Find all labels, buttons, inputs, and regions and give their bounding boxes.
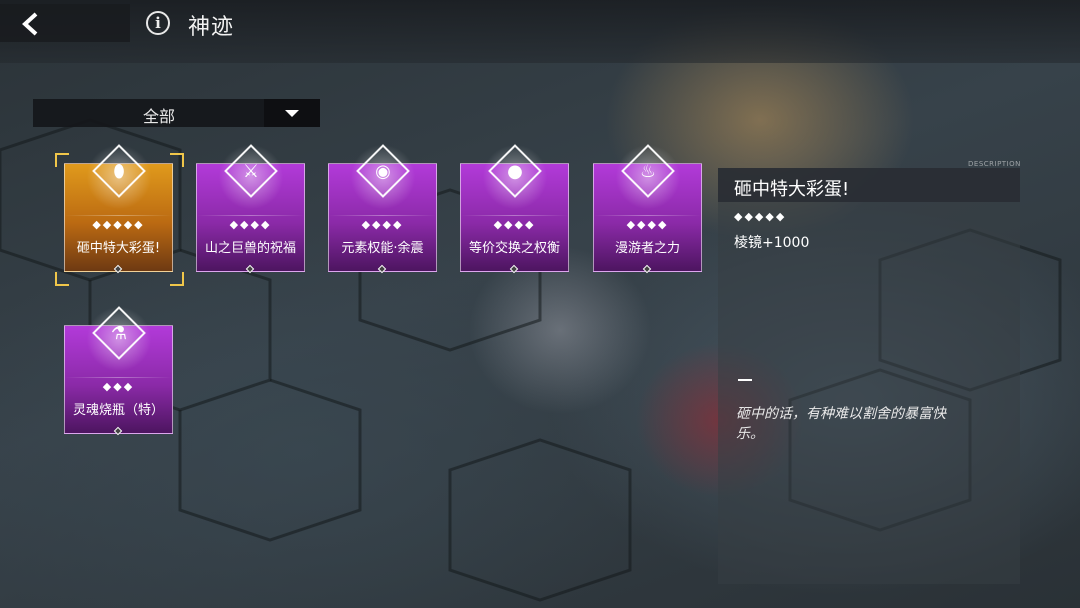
detail-effect: 棱镜+1000 xyxy=(734,235,810,251)
card-name: 砸中特大彩蛋! xyxy=(76,241,161,256)
card-rarity-stars: ◆◆◆◆ xyxy=(229,218,272,231)
artifact-card[interactable]: ⚔ ◆◆◆◆ 山之巨兽的祝福 xyxy=(196,142,305,274)
card-name: 元素权能·余震 xyxy=(341,241,424,256)
card-rarity-stars: ◆◆◆ xyxy=(102,380,135,393)
filter-selected-label: 全部 xyxy=(142,107,175,126)
card-rarity-stars: ◆◆◆◆ xyxy=(626,218,669,231)
artifact-card[interactable]: ⚗ ◆◆◆ 灵魂烧瓶（特） xyxy=(64,304,173,436)
card-rarity-stars: ◆◆◆◆ xyxy=(361,218,404,231)
swords-icon: ⚔ xyxy=(242,161,260,182)
top-bar: i 神迹 xyxy=(0,0,1080,63)
card-rarity-stars: ◆◆◆◆ xyxy=(493,218,536,231)
selection-corner xyxy=(55,153,69,167)
card-rarity-stars: ◆◆◆◆◆ xyxy=(92,218,145,231)
detail-flavor-text: 砸中的话，有种难以割舍的暴富快乐。 xyxy=(736,406,946,442)
card-name: 灵魂烧瓶（特） xyxy=(72,403,164,418)
page-title: 神迹 xyxy=(188,15,235,40)
card-name: 漫游者之力 xyxy=(614,241,680,256)
description-tag: DESCRIPTION xyxy=(968,160,1021,168)
selection-corner xyxy=(170,272,184,286)
artifact-card[interactable]: ◉ ◆◆◆◆ 元素权能·余震 xyxy=(328,142,437,274)
detail-panel: 砸中特大彩蛋! ◆◆◆◆◆ 棱镜+1000 砸中的话，有种难以割舍的暴富快乐。 xyxy=(718,168,1020,584)
artifact-card[interactable]: ♨ ◆◆◆◆ 漫游者之力 xyxy=(593,142,702,274)
selection-corner xyxy=(55,272,69,286)
coin-icon: ● xyxy=(507,161,523,182)
element-icon: ◉ xyxy=(375,161,391,182)
category-filter-dropdown[interactable]: 全部 xyxy=(33,99,320,127)
detail-rarity-stars: ◆◆◆◆◆ xyxy=(734,210,787,223)
detail-title: 砸中特大彩蛋! xyxy=(734,179,850,200)
artifact-card[interactable]: ● ◆◆◆◆ 等价交换之权衡 xyxy=(460,142,569,274)
detail-header: 砸中特大彩蛋! xyxy=(718,168,1020,202)
info-icon[interactable]: i xyxy=(146,11,170,35)
card-name: 等价交换之权衡 xyxy=(468,241,560,256)
flask-icon: ⚗ xyxy=(110,323,128,344)
chevron-left-icon xyxy=(22,12,38,36)
back-button[interactable] xyxy=(0,4,130,42)
selection-corner xyxy=(170,153,184,167)
dropdown-arrow-icon[interactable] xyxy=(264,99,320,127)
divider xyxy=(738,379,752,381)
card-name: 山之巨兽的祝福 xyxy=(204,241,296,256)
artifact-card[interactable]: ⬮ ◆◆◆◆◆ 砸中特大彩蛋! xyxy=(64,142,173,274)
egg-icon: ⬮ xyxy=(113,161,125,182)
flame-icon: ♨ xyxy=(639,161,657,182)
